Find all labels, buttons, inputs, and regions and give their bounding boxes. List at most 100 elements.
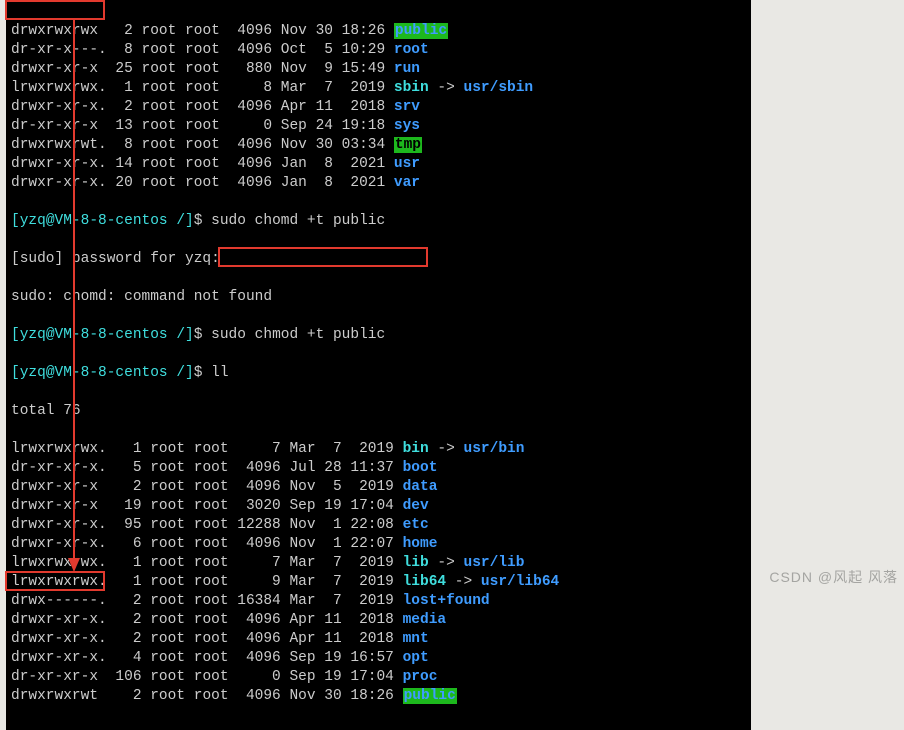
listing-row: drwxr-xr-x. 2 root root 4096 Apr 11 2018… (11, 611, 746, 630)
listing-row: dr-xr-xr-x 13 root root 0 Sep 24 19:18 s… (11, 117, 746, 136)
size: 4096 (229, 536, 281, 552)
file-name: root (394, 42, 429, 58)
symlink-arrow: -> (429, 441, 464, 457)
listing-row: drwxr-xr-x. 2 root root 4096 Apr 11 2018… (11, 98, 746, 117)
owner-group: root root (142, 669, 229, 685)
permissions: drwxr-xr-x. (11, 650, 107, 666)
date: Mar 7 2019 (281, 441, 403, 457)
size: 4096 (229, 612, 281, 628)
owner-group: root root (142, 555, 229, 571)
owner-group: root root (142, 650, 229, 666)
date: Nov 5 2019 (281, 479, 403, 495)
permissions: drwxrwxrwx (11, 23, 107, 39)
permissions: drwxr-xr-x (11, 61, 107, 77)
prompt-row: [yzq@VM-8-8-centos /]$ ll (11, 364, 746, 383)
size: 8 (220, 80, 272, 96)
date: Jul 28 11:37 (281, 460, 403, 476)
size: 16384 (229, 593, 281, 609)
size: 3020 (229, 498, 281, 514)
file-name: public (403, 688, 457, 704)
link-count: 2 (107, 99, 133, 115)
owner-group: root root (142, 517, 229, 533)
date: Sep 19 17:04 (281, 498, 403, 514)
date: Mar 7 2019 (281, 574, 403, 590)
date: Jan 8 2021 (272, 156, 394, 172)
owner-group: root root (133, 156, 220, 172)
size: 7 (229, 441, 281, 457)
size: 4096 (220, 175, 272, 191)
permissions: lrwxrwxrwx. (11, 574, 107, 590)
link-count: 1 (107, 574, 142, 590)
permissions: drwxr-xr-x. (11, 175, 107, 191)
date: Nov 9 15:49 (272, 61, 394, 77)
date: Sep 19 17:04 (281, 669, 403, 685)
file-name: boot (403, 460, 438, 476)
watermark: CSDN @风起 风落 (769, 568, 898, 587)
size: 4096 (220, 23, 272, 39)
permissions: drwxr-xr-x. (11, 99, 107, 115)
listing-row: drwxr-xr-x. 95 root root 12288 Nov 1 22:… (11, 516, 746, 535)
permissions: dr-xr-x---. (11, 42, 107, 58)
permissions: drwxr-xr-x. (11, 517, 107, 533)
listing-row: drwxr-xr-x. 14 root root 4096 Jan 8 2021… (11, 155, 746, 174)
date: Nov 1 22:08 (281, 517, 403, 533)
date: Jan 8 2021 (272, 175, 394, 191)
date: Apr 11 2018 (272, 99, 394, 115)
link-count: 6 (107, 536, 142, 552)
link-count: 2 (107, 593, 142, 609)
prompt-row: [yzq@VM-8-8-centos /]$ sudo chmod +t pub… (11, 326, 746, 345)
owner-group: root root (133, 175, 220, 191)
owner-group: root root (142, 688, 229, 704)
link-count: 20 (107, 175, 133, 191)
permissions: drwx------. (11, 593, 107, 609)
link-count: 1 (107, 80, 133, 96)
listing-row: dr-xr-x---. 8 root root 4096 Oct 5 10:29… (11, 41, 746, 60)
file-name: public (394, 23, 448, 39)
file-name: usr (394, 156, 420, 172)
date: Apr 11 2018 (281, 612, 403, 628)
size: 4096 (220, 42, 272, 58)
owner-group: root root (142, 574, 229, 590)
symlink-target: usr/bin (464, 441, 525, 457)
file-name: tmp (394, 137, 422, 153)
file-name: media (403, 612, 447, 628)
symlink-target: usr/sbin (464, 80, 534, 96)
listing-row: drwxr-xr-x. 6 root root 4096 Nov 1 22:07… (11, 535, 746, 554)
size: 0 (220, 118, 272, 134)
owner-group: root root (133, 118, 220, 134)
size: 4096 (229, 479, 281, 495)
link-count: 8 (107, 137, 133, 153)
file-name: dev (403, 498, 429, 514)
size: 4096 (229, 650, 281, 666)
listing-row: drwxr-xr-x. 20 root root 4096 Jan 8 2021… (11, 174, 746, 193)
link-count: 5 (107, 460, 142, 476)
size: 9 (229, 574, 281, 590)
listing-row: drwxrwxrwt 2 root root 4096 Nov 30 18:26… (11, 687, 746, 706)
permissions: drwxr-xr-x (11, 498, 107, 514)
permissions: dr-xr-xr-x (11, 669, 107, 685)
owner-group: root root (142, 460, 229, 476)
symlink-arrow: -> (429, 80, 464, 96)
link-count: 2 (107, 688, 142, 704)
permissions: drwxrwxrwt (11, 688, 107, 704)
symlink-target: usr/lib64 (481, 574, 559, 590)
terminal[interactable]: drwxrwxrwx 2 root root 4096 Nov 30 18:26… (6, 0, 751, 730)
date: Mar 7 2019 (272, 80, 394, 96)
owner-group: root root (142, 536, 229, 552)
size: 4096 (229, 631, 281, 647)
permissions: lrwxrwxrwx. (11, 555, 107, 571)
date: Apr 11 2018 (281, 631, 403, 647)
link-count: 106 (107, 669, 142, 685)
listing-row: drwxr-xr-x. 4 root root 4096 Sep 19 16:5… (11, 649, 746, 668)
total-line: total 76 (11, 402, 746, 421)
listing-row: lrwxrwxrwx. 1 root root 7 Mar 7 2019 bin… (11, 440, 746, 459)
link-count: 2 (107, 631, 142, 647)
permissions: drwxr-xr-x. (11, 536, 107, 552)
permissions: drwxr-xr-x (11, 479, 107, 495)
listing-row: dr-xr-xr-x. 5 root root 4096 Jul 28 11:3… (11, 459, 746, 478)
date: Sep 24 19:18 (272, 118, 394, 134)
command-3: ll (211, 365, 228, 381)
permissions: lrwxrwxrwx. (11, 441, 107, 457)
date: Nov 30 18:26 (281, 688, 403, 704)
link-count: 19 (107, 498, 142, 514)
